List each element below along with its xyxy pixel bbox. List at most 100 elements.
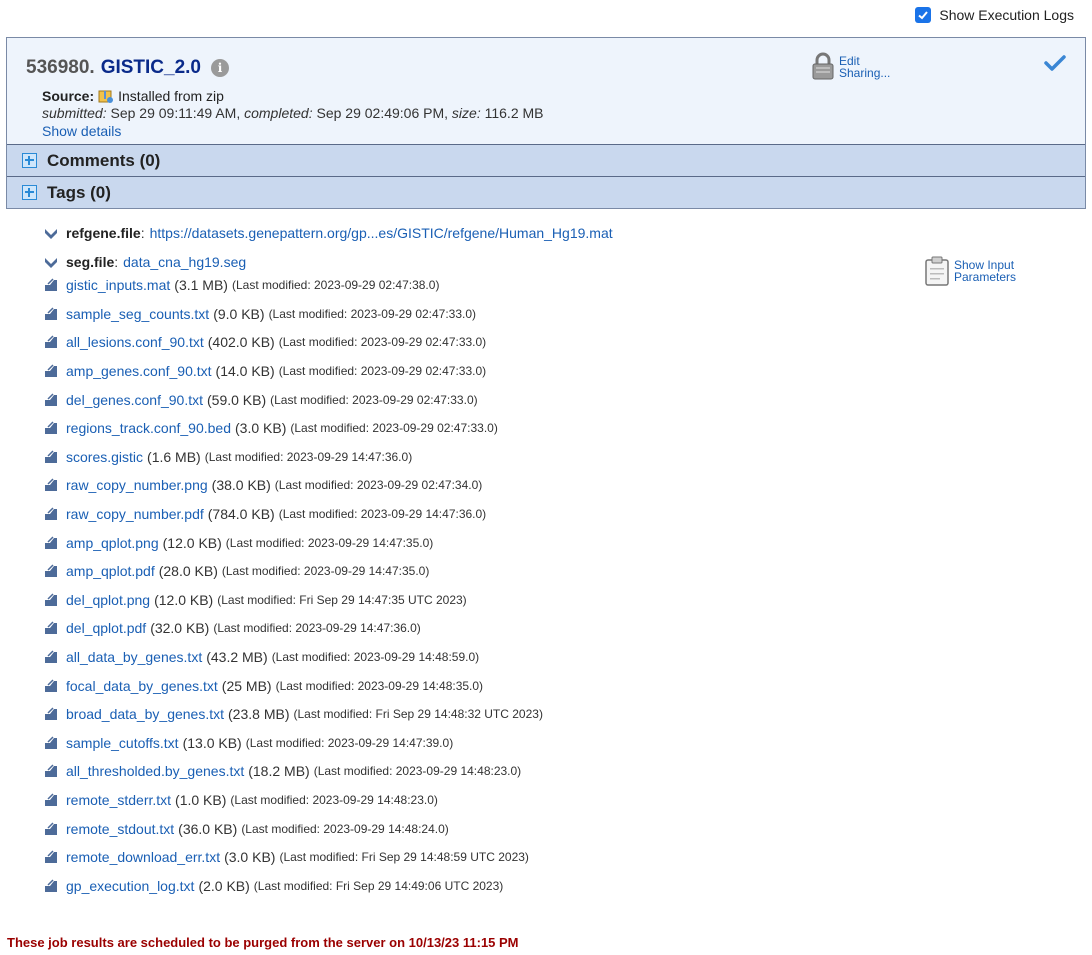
file-link[interactable]: remote_stderr.txt — [66, 792, 171, 808]
file-link[interactable]: amp_qplot.pdf — [66, 563, 155, 579]
file-row: all_data_by_genes.txt (43.2 MB) (Last modi… — [44, 643, 543, 672]
file-link[interactable]: amp_genes.conf_90.txt — [66, 363, 212, 379]
task-name[interactable]: GISTIC_2.0 — [101, 57, 201, 79]
file-modified: (Last modified: 2023-09-29 14:47:35.0) — [221, 564, 430, 579]
file-modified: (Last modified: 2023-09-29 14:48:23.0) — [230, 792, 438, 807]
file-size: (14.0 KB) — [215, 363, 275, 380]
file-size: (2.0 KB) — [198, 877, 250, 894]
file-modified: (Last modified: Fri Sep 29 14:47:35 UTC … — [217, 592, 467, 607]
show-logs-checkbox[interactable] — [915, 7, 932, 23]
file-modified: (Last modified: 2023-09-29 02:47:33.0) — [278, 364, 487, 379]
file-modified: (Last modified: 2023-09-29 14:47:39.0) — [245, 735, 454, 750]
file-link[interactable]: broad_data_by_genes.txt — [66, 706, 224, 722]
file-modified: (Last modified: 2023-09-29 02:47:33.0) — [270, 392, 478, 407]
file-modified: (Last modified: Fri Sep 29 14:48:32 UTC … — [293, 707, 543, 722]
output-file-icon — [45, 564, 57, 578]
param-name: seg.file — [66, 253, 115, 270]
submitted-value: Sep 29 09:11:49 AM, — [106, 105, 245, 121]
file-link[interactable]: remote_download_err.txt — [66, 849, 220, 865]
show-execution-logs-toggle[interactable]: Show Execution Logs — [915, 7, 1074, 23]
file-size: (38.0 KB) — [211, 477, 271, 494]
expand-plus-icon — [22, 185, 37, 200]
file-row: gistic_inputs.mat (3.1 MB) (Last modified:… — [44, 271, 543, 300]
file-link[interactable]: sample_seg_counts.txt — [66, 306, 209, 322]
show-details-link[interactable]: Show details — [42, 123, 121, 139]
output-file-icon — [45, 736, 57, 749]
source-line: Source: Installed from zip — [42, 88, 224, 104]
sharing-label: Sharing... — [839, 66, 891, 80]
info-icon[interactable]: i — [211, 59, 230, 77]
file-size: (12.0 KB) — [162, 534, 222, 551]
expand-plus-icon — [22, 153, 37, 168]
file-link[interactable]: gistic_inputs.mat — [66, 277, 170, 293]
file-link[interactable]: raw_copy_number.pdf — [66, 506, 204, 522]
file-link[interactable]: del_genes.conf_90.txt — [66, 392, 203, 408]
file-link[interactable]: sample_cutoffs.txt — [66, 735, 179, 751]
file-row: raw_copy_number.pdf (784.0 KB) (Last modif… — [44, 500, 543, 529]
output-file-icon — [45, 879, 57, 892]
size-label: size: — [451, 105, 481, 121]
file-size: (43.2 MB) — [206, 649, 268, 666]
file-link[interactable]: amp_qplot.png — [66, 535, 159, 551]
file-size: (12.0 KB) — [154, 591, 214, 608]
output-file-icon — [45, 278, 57, 292]
size-value: 116.2 MB — [480, 105, 544, 121]
file-size: (1.0 KB) — [175, 791, 227, 808]
file-size: (402.0 KB) — [207, 334, 275, 351]
file-modified: (Last modified: 2023-09-29 14:48:59.0) — [271, 650, 480, 665]
file-row: remote_stdout.txt (36.0 KB) (Last modified… — [44, 814, 543, 843]
file-row: scores.gistic (1.6 MB) (Last modified: 202… — [44, 443, 543, 472]
output-files-list: gistic_inputs.mat (3.1 MB) (Last modified:… — [44, 271, 543, 900]
output-file-icon — [45, 450, 57, 463]
output-file-icon — [45, 507, 57, 521]
job-times: submitted: Sep 29 09:11:49 AM, completed… — [42, 105, 544, 121]
output-file-icon — [45, 364, 57, 378]
submitted-label: submitted: — [42, 105, 107, 121]
file-link[interactable]: del_qplot.png — [66, 592, 150, 608]
job-panel: 536980. GISTIC_2.0 i Source: Installed f… — [6, 37, 1086, 286]
file-row: all_lesions.conf_90.txt (402.0 KB) (Last m… — [44, 328, 543, 357]
file-modified: (Last modified: 2023-09-29 14:47:35.0) — [225, 535, 434, 550]
show-logs-label: Show Execution Logs — [939, 7, 1074, 23]
file-link[interactable]: all_data_by_genes.txt — [66, 649, 202, 665]
param-link[interactable]: data_cna_hg19.seg — [123, 254, 246, 270]
file-link[interactable]: all_thresholded.by_genes.txt — [66, 763, 244, 779]
file-link[interactable]: gp_execution_log.txt — [66, 878, 194, 894]
file-row: amp_genes.conf_90.txt (14.0 KB) (Last modi… — [44, 357, 543, 386]
input-parameters-list: refgene.file: https://datasets.genepatte… — [44, 218, 613, 276]
file-modified: (Last modified: 2023-09-29 14:47:36.0) — [204, 449, 413, 464]
file-row: remote_download_err.txt (3.0 KB) (Last mod… — [44, 843, 543, 872]
file-link[interactable]: raw_copy_number.png — [66, 477, 208, 493]
file-link[interactable]: focal_data_by_genes.txt — [66, 678, 218, 694]
file-row: del_genes.conf_90.txt (59.0 KB) (Last modi… — [44, 385, 543, 414]
file-link[interactable]: scores.gistic — [66, 449, 143, 465]
output-file-icon — [45, 478, 57, 492]
file-size: (25 MB) — [221, 677, 272, 694]
file-size: (36.0 KB) — [178, 820, 238, 837]
comments-section-toggle[interactable]: Comments (0) — [7, 144, 1085, 176]
file-link[interactable]: remote_stdout.txt — [66, 821, 174, 837]
file-link[interactable]: all_lesions.conf_90.txt — [66, 334, 204, 350]
edit-sharing-button[interactable]: Edit Sharing... — [811, 52, 890, 80]
show-input-parameters-button[interactable]: Show Input Parameters — [924, 256, 1016, 286]
output-file-icon — [45, 621, 57, 635]
completed-label: completed: — [244, 105, 313, 121]
file-row: all_thresholded.by_genes.txt (18.2 MB) (La… — [44, 757, 543, 786]
file-modified: (Last modified: Fri Sep 29 14:49:06 UTC … — [253, 878, 504, 893]
file-modified: (Last modified: 2023-09-29 02:47:34.0) — [274, 478, 483, 493]
tags-label: Tags (0) — [47, 182, 111, 202]
file-modified: (Last modified: 2023-09-29 14:48:35.0) — [275, 678, 484, 693]
file-row: regions_track.conf_90.bed (3.0 KB) (Last m… — [44, 414, 543, 443]
zip-archive-icon — [98, 90, 114, 103]
tags-section-toggle[interactable]: Tags (0) — [7, 176, 1085, 208]
file-modified: (Last modified: 2023-09-29 02:47:33.0) — [278, 335, 487, 350]
output-file-icon — [45, 335, 57, 349]
completed-value: Sep 29 02:49:06 PM, — [312, 105, 452, 121]
file-link[interactable]: regions_track.conf_90.bed — [66, 420, 231, 436]
file-row: del_qplot.pdf (32.0 KB) (Last modified: 20… — [44, 614, 543, 643]
file-link[interactable]: del_qplot.pdf — [66, 620, 146, 636]
output-file-icon — [45, 793, 57, 806]
file-size: (9.0 KB) — [213, 305, 265, 322]
param-link[interactable]: https://datasets.genepattern.org/gp...es… — [150, 225, 613, 241]
file-size: (3.0 KB) — [235, 420, 287, 437]
